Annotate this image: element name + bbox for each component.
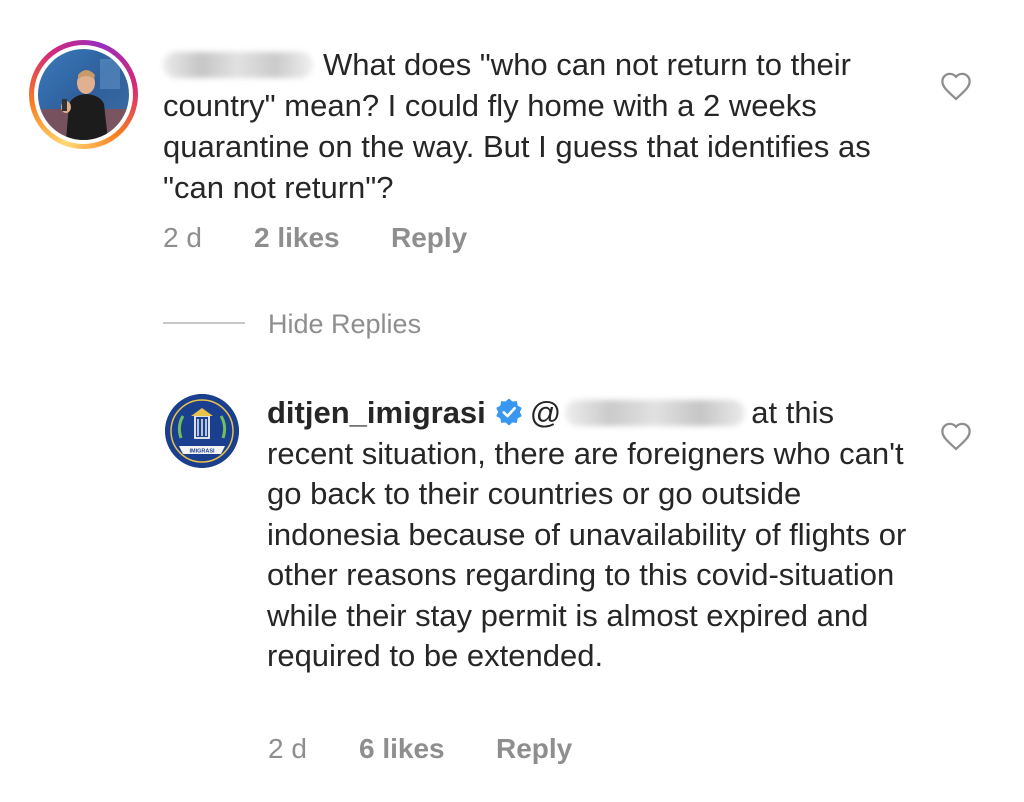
comment-likes[interactable]: 2 likes [254,222,340,254]
mention-prefix: @ [529,395,562,430]
svg-text:IMIGRASI: IMIGRASI [189,449,215,455]
commenter-photo [38,49,129,140]
redacted-username[interactable] [163,52,313,78]
reply-body: ditjen_imigrasi @ at this recent situatio… [267,393,907,677]
reply-avatar[interactable]: IMIGRASI [165,394,239,468]
reply-text: at this recent situation, there are fore… [267,395,907,673]
reply-likes[interactable]: 6 likes [359,733,445,765]
comment-timestamp: 2 d [163,222,202,253]
divider [163,322,245,324]
hide-replies-button[interactable]: Hide Replies [268,308,421,340]
comment-reply-button[interactable]: Reply [391,222,467,254]
heart-icon[interactable] [939,71,973,101]
comment-body: What does "who can not return to their c… [163,44,893,208]
imigrasi-logo-icon: IMIGRASI [165,394,239,468]
reply-timestamp: 2 d [268,733,307,764]
commenter-avatar[interactable] [29,40,138,149]
reply-username[interactable]: ditjen_imigrasi [267,395,486,430]
heart-icon[interactable] [939,421,973,451]
redacted-mention[interactable] [565,400,746,426]
reply-reply-button[interactable]: Reply [496,733,572,765]
verified-badge-icon [496,398,522,426]
